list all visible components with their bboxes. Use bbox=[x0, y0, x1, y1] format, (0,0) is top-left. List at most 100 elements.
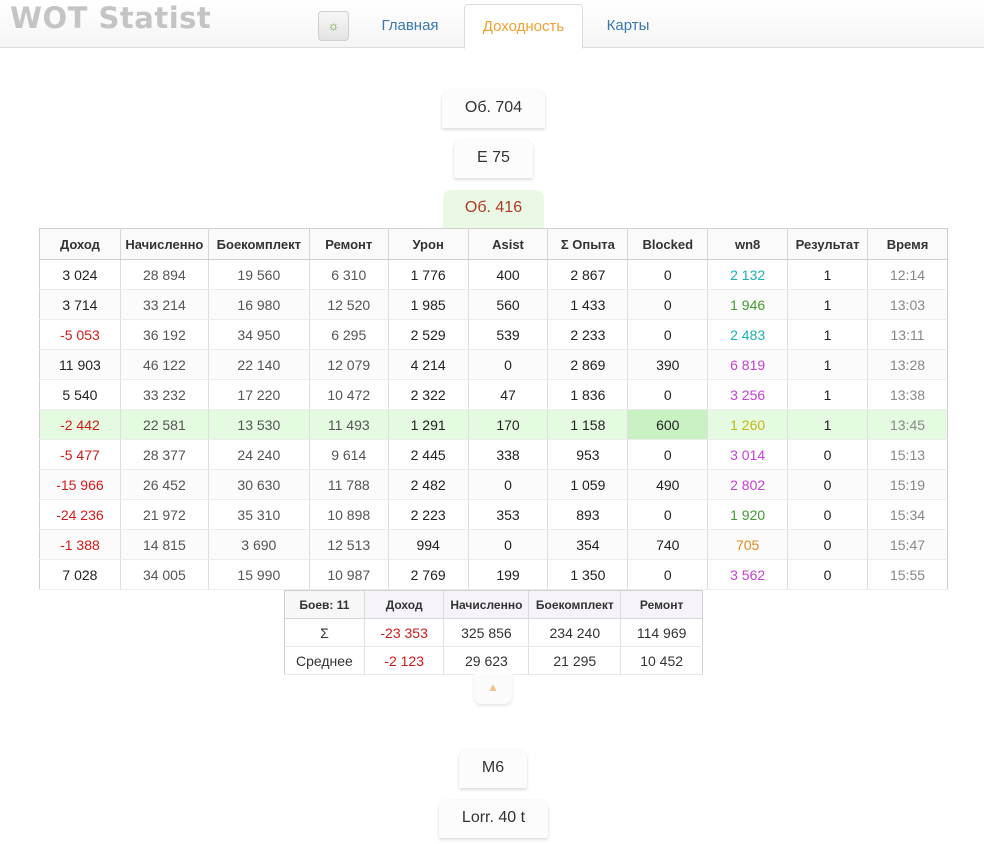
tank-item-ob416-active[interactable]: Об. 416 bbox=[443, 190, 544, 228]
row-label: Σ bbox=[284, 618, 365, 647]
damage-cell: 2 769 bbox=[387, 559, 469, 590]
time-cell: 15:34 bbox=[867, 499, 948, 530]
table-row[interactable]: -1 388 14 815 3 690 12 513 994 0 354 740 705 0 15:… bbox=[39, 529, 948, 560]
table-row[interactable]: -15 966 26 452 30 630 11 788 2 482 0 1 059 490 2… bbox=[39, 469, 948, 500]
xp-sum-cell: 953 bbox=[547, 439, 628, 470]
income-cell: 3 714 bbox=[39, 289, 121, 320]
table-row[interactable]: -5 053 36 192 34 950 6 295 2 529 539 2 233 0 2 4… bbox=[39, 319, 948, 350]
table-row[interactable]: 7 028 34 005 15 990 10 987 2 769 199 1 350 0 3 5… bbox=[39, 559, 948, 590]
assist-cell: 338 bbox=[467, 439, 548, 470]
column-header: Ремонт bbox=[620, 590, 703, 619]
time-cell: 15:47 bbox=[867, 529, 948, 560]
column-header[interactable]: Боекомплект bbox=[207, 228, 310, 260]
result-cell: 1 bbox=[787, 289, 868, 320]
battle-stats-table: Доход Начисленно Боекомплект Ремонт Урон… bbox=[39, 228, 948, 590]
blocked-cell: 0 bbox=[627, 439, 708, 470]
xp-sum-cell: 1 433 bbox=[547, 289, 628, 320]
time-cell: 13:28 bbox=[867, 349, 948, 380]
repair-cell: 11 493 bbox=[308, 409, 389, 440]
assist-cell: 47 bbox=[467, 379, 548, 410]
income-cell: -1 388 bbox=[39, 529, 121, 560]
column-header[interactable]: Ремонт bbox=[308, 228, 389, 260]
column-header[interactable]: Σ Опыта bbox=[547, 228, 628, 260]
repair-cell: 12 513 bbox=[308, 529, 389, 560]
column-header[interactable]: Результат bbox=[787, 228, 868, 260]
ammo-cell: 34 950 bbox=[207, 319, 310, 350]
column-header[interactable]: wn8 bbox=[707, 228, 788, 260]
table-row[interactable]: -2 442 22 581 13 530 11 493 1 291 170 1 158 600… bbox=[39, 409, 948, 440]
income-cell: -24 236 bbox=[39, 499, 121, 530]
wn8-cell: 3 562 bbox=[707, 559, 788, 590]
repair-cell: 10 987 bbox=[308, 559, 389, 590]
column-header[interactable]: Начисленно bbox=[119, 228, 209, 260]
summary-cell: -23 353 bbox=[363, 618, 444, 647]
tank-item-m6[interactable]: M6 bbox=[459, 750, 527, 788]
summary-cell: -2 123 bbox=[363, 646, 444, 675]
result-cell: 0 bbox=[787, 559, 868, 590]
credited-cell: 33 214 bbox=[119, 289, 209, 320]
credited-cell: 14 815 bbox=[119, 529, 209, 560]
column-header: Начисленно bbox=[443, 590, 529, 619]
table-row[interactable]: 5 540 33 232 17 220 10 472 2 322 47 1 836 0 3 25… bbox=[39, 379, 948, 410]
ammo-cell: 16 980 bbox=[207, 289, 310, 320]
assist-cell: 0 bbox=[467, 469, 548, 500]
ammo-cell: 19 560 bbox=[207, 259, 310, 290]
wn8-cell: 2 483 bbox=[707, 319, 788, 350]
column-header[interactable]: Доход bbox=[39, 228, 121, 260]
result-cell: 0 bbox=[787, 499, 868, 530]
assist-cell: 539 bbox=[467, 319, 548, 350]
credited-cell: 34 005 bbox=[119, 559, 209, 590]
table-row[interactable]: 3 024 28 894 19 560 6 310 1 776 400 2 867 0 2 13… bbox=[39, 259, 948, 290]
blocked-cell: 0 bbox=[627, 259, 708, 290]
column-header[interactable]: Blocked bbox=[627, 228, 708, 260]
blocked-cell: 390 bbox=[627, 349, 708, 380]
battles-count-header: Боев: 11 bbox=[284, 590, 365, 619]
table-row[interactable]: 3 714 33 214 16 980 12 520 1 985 560 1 433 0 1 9… bbox=[39, 289, 948, 320]
tab-maps[interactable]: Карты bbox=[589, 4, 667, 49]
damage-cell: 1 291 bbox=[387, 409, 469, 440]
table-row[interactable]: 11 903 46 122 22 140 12 079 4 214 0 2 869 390 6 … bbox=[39, 349, 948, 380]
column-header[interactable]: Урон bbox=[387, 228, 469, 260]
repair-cell: 12 520 bbox=[308, 289, 389, 320]
damage-cell: 2 322 bbox=[387, 379, 469, 410]
damage-cell: 2 529 bbox=[387, 319, 469, 350]
xp-sum-cell: 1 350 bbox=[547, 559, 628, 590]
damage-cell: 1 985 bbox=[387, 289, 469, 320]
result-cell: 1 bbox=[787, 319, 868, 350]
summary-row-total: Σ -23 353 325 856 234 240 114 969 bbox=[284, 618, 703, 647]
tank-item-lorr40t[interactable]: Lorr. 40 t bbox=[439, 800, 548, 838]
xp-sum-cell: 1 836 bbox=[547, 379, 628, 410]
damage-cell: 994 bbox=[387, 529, 469, 560]
result-cell: 0 bbox=[787, 439, 868, 470]
tank-item-e75[interactable]: E 75 bbox=[454, 140, 533, 178]
table-row[interactable]: -5 477 28 377 24 240 9 614 2 445 338 953 0 3 014… bbox=[39, 439, 948, 470]
blocked-cell: 0 bbox=[627, 559, 708, 590]
ammo-cell: 13 530 bbox=[207, 409, 310, 440]
summary-cell: 21 295 bbox=[528, 646, 621, 675]
column-header[interactable]: Время bbox=[867, 228, 948, 260]
repair-cell: 10 898 bbox=[308, 499, 389, 530]
tab-home[interactable]: Главная bbox=[364, 4, 456, 49]
gear-icon: ☼ bbox=[327, 18, 340, 33]
column-header[interactable]: Asist bbox=[467, 228, 548, 260]
settings-button[interactable]: ☼ bbox=[318, 11, 349, 41]
collapse-button[interactable]: ▲ bbox=[474, 674, 512, 704]
credited-cell: 28 894 bbox=[119, 259, 209, 290]
credited-cell: 46 122 bbox=[119, 349, 209, 380]
ammo-cell: 24 240 bbox=[207, 439, 310, 470]
repair-cell: 6 310 bbox=[308, 259, 389, 290]
income-cell: -15 966 bbox=[39, 469, 121, 500]
credited-cell: 28 377 bbox=[119, 439, 209, 470]
wn8-cell: 3 256 bbox=[707, 379, 788, 410]
tank-item-ob704[interactable]: Об. 704 bbox=[442, 90, 545, 128]
top-navbar: WOT Statist ☼ Главная Доходность Карты bbox=[0, 0, 984, 49]
blocked-cell: 740 bbox=[627, 529, 708, 560]
damage-cell: 4 214 bbox=[387, 349, 469, 380]
xp-sum-cell: 1 158 bbox=[547, 409, 628, 440]
time-cell: 15:55 bbox=[867, 559, 948, 590]
ammo-cell: 30 630 bbox=[207, 469, 310, 500]
tab-profitability[interactable]: Доходность bbox=[464, 4, 583, 49]
assist-cell: 353 bbox=[467, 499, 548, 530]
table-row[interactable]: -24 236 21 972 35 310 10 898 2 223 353 893 0 1 9… bbox=[39, 499, 948, 530]
credited-cell: 22 581 bbox=[119, 409, 209, 440]
